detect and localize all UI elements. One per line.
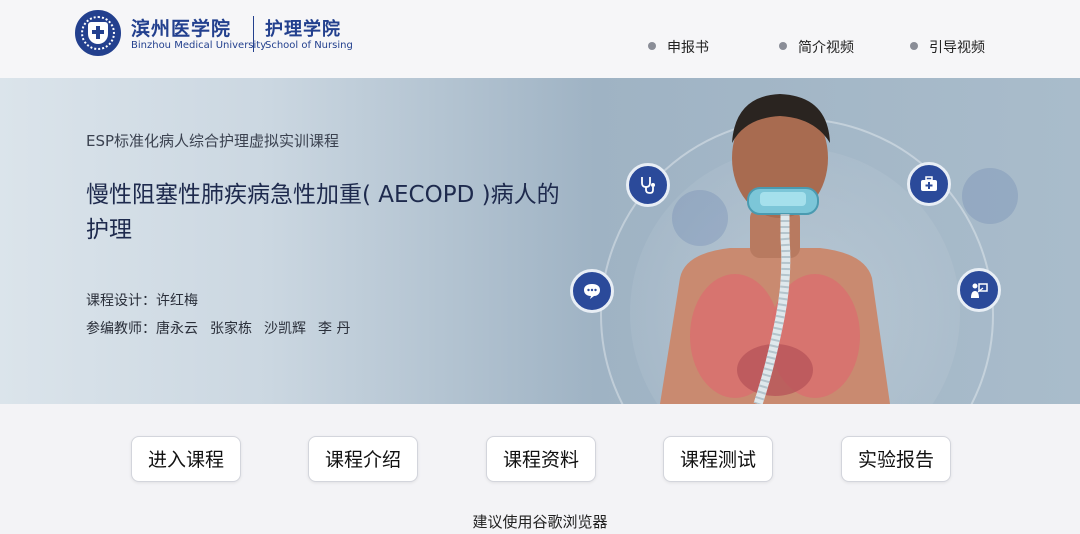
course-materials-button[interactable]: 课程资料: [486, 436, 596, 482]
teacher-name: 沙凯辉: [264, 321, 306, 337]
nav-item-guide-video[interactable]: 引导视频: [910, 37, 985, 57]
nav-label: 引导视频: [929, 40, 985, 56]
stethoscope-glyph: [641, 177, 655, 194]
patient-3d-illustration: [660, 94, 890, 404]
school-name-en: School of Nursing: [265, 40, 353, 51]
faint-document-icon: [962, 168, 1018, 224]
nav-label: 简介视频: [798, 40, 854, 56]
course-title: 慢性阻塞性肺疾病急性加重( AECOPD )病人的护理: [86, 182, 560, 243]
enter-course-button[interactable]: 进入课程: [131, 436, 241, 482]
nav-label: 申报书: [667, 40, 709, 56]
nav-item-application[interactable]: 申报书: [648, 37, 709, 57]
nav-item-intro-video[interactable]: 简介视频: [779, 37, 854, 57]
logo-divider: [253, 16, 254, 52]
course-designer: 课程设计：许红梅: [86, 290, 198, 310]
course-intro-button[interactable]: 课程介绍: [308, 436, 418, 482]
lab-report-button[interactable]: 实验报告: [841, 436, 951, 482]
teachers-label: 参编教师：: [86, 321, 156, 337]
university-name-en: Binzhou Medical University: [131, 40, 267, 51]
course-test-button[interactable]: 课程测试: [663, 436, 773, 482]
browser-recommendation: 建议使用谷歌浏览器: [472, 513, 608, 531]
teacher-name: 李 丹: [318, 321, 351, 337]
bullet-dot-icon: [648, 42, 656, 50]
course-subtitle: ESP标准化病人综合护理虚拟实训课程: [86, 132, 340, 150]
chat-icon[interactable]: [570, 269, 614, 313]
chat-glyph: [584, 284, 600, 299]
teacher-name: 唐永云: [156, 321, 198, 337]
school-name-cn: 护理学院: [265, 19, 341, 40]
first-aid-glyph: [921, 176, 937, 191]
hero-banner: ESP标准化病人综合护理虚拟实训课程 慢性阻塞性肺疾病急性加重( AECOPD …: [0, 78, 1080, 404]
bullet-dot-icon: [779, 42, 787, 50]
stethoscope-icon[interactable]: [626, 163, 670, 207]
seal-cross-shield: [88, 22, 108, 44]
first-aid-kit-icon[interactable]: [907, 162, 951, 206]
bullet-dot-icon: [910, 42, 918, 50]
presentation-icon[interactable]: [957, 268, 1001, 312]
designer-name: 许红梅: [156, 293, 198, 309]
teacher-name: 张家栋: [210, 321, 252, 337]
course-teachers: 参编教师：唐永云 张家栋 沙凯辉李 丹: [86, 318, 362, 338]
site-header: 滨州医学院 Binzhou Medical University 护理学院 Sc…: [0, 0, 1080, 78]
university-name-cn: 滨州医学院: [131, 18, 232, 40]
designer-label: 课程设计：: [86, 293, 156, 309]
presentation-glyph: [971, 283, 988, 298]
university-seal-logo[interactable]: [75, 10, 121, 56]
